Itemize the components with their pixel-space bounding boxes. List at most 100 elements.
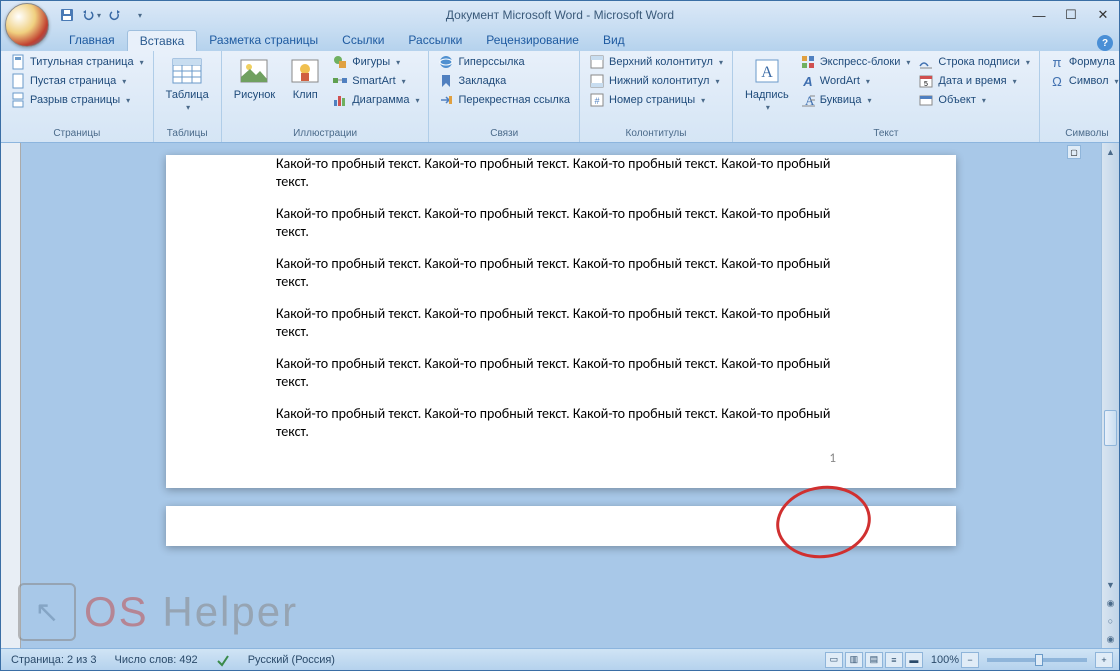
ribbon-нижний-колонтитул[interactable]: Нижний колонтитул▾ bbox=[586, 72, 726, 90]
vertical-scrollbar[interactable]: ▲ ▼ ◉ ○ ◉ bbox=[1101, 143, 1119, 648]
paragraph[interactable]: Какой-то пробный текст. Какой-то пробный… bbox=[276, 255, 846, 290]
ribbon-дата-и-время[interactable]: 5Дата и время▾ bbox=[915, 72, 1032, 90]
view-draft[interactable]: ▬ bbox=[905, 652, 923, 668]
document-page[interactable]: Какой-то пробный текст. Какой-то пробный… bbox=[166, 155, 956, 488]
textbox-button[interactable]: A Надпись▾ bbox=[739, 53, 795, 115]
ribbon-символ[interactable]: ΩСимвол▾ bbox=[1046, 72, 1120, 90]
group-symbols: πФормула▾ΩСимвол▾ Символы bbox=[1040, 51, 1120, 142]
гиперссылка-icon bbox=[438, 54, 454, 70]
paragraph[interactable]: Какой-то пробный текст. Какой-то пробный… bbox=[276, 305, 846, 340]
ribbon-объект[interactable]: Объект▾ bbox=[915, 91, 1032, 109]
view-outline[interactable]: ≡ bbox=[885, 652, 903, 668]
help-button[interactable]: ? bbox=[1097, 35, 1113, 51]
scroll-track[interactable] bbox=[1102, 161, 1119, 576]
tab-5[interactable]: Рецензирование bbox=[474, 30, 591, 51]
status-page[interactable]: Страница: 2 из 3 bbox=[7, 654, 101, 666]
view-web-layout[interactable]: ▤ bbox=[865, 652, 883, 668]
status-words[interactable]: Число слов: 492 bbox=[111, 654, 202, 666]
ribbon-пустая-страница[interactable]: Пустая страница▾ bbox=[7, 72, 147, 90]
ribbon-разрыв-страницы[interactable]: Разрыв страницы▾ bbox=[7, 91, 147, 109]
верхний-колонтитул-icon bbox=[589, 54, 605, 70]
minimize-button[interactable]: — bbox=[1023, 5, 1055, 25]
document-page-next[interactable] bbox=[166, 506, 956, 546]
paragraph[interactable]: Какой-то пробный текст. Какой-то пробный… bbox=[276, 355, 846, 390]
window-title: Документ Microsoft Word - Microsoft Word bbox=[446, 8, 674, 22]
ribbon-верхний-колонтитул[interactable]: Верхний колонтитул▾ bbox=[586, 53, 726, 71]
tab-3[interactable]: Ссылки bbox=[330, 30, 396, 51]
page-viewport[interactable]: ▢ Какой-то пробный текст. Какой-то пробн… bbox=[21, 143, 1101, 648]
group-text: A Надпись▾ Экспресс-блоки▾AWordArt▾AБукв… bbox=[733, 51, 1040, 142]
закладка-icon bbox=[438, 73, 454, 89]
tab-2[interactable]: Разметка страницы bbox=[197, 30, 330, 51]
redo-icon[interactable] bbox=[105, 5, 125, 25]
document-area: ▢ Какой-то пробный текст. Какой-то пробн… bbox=[1, 143, 1119, 648]
zoom-in-button[interactable]: + bbox=[1095, 652, 1113, 668]
scroll-down-icon[interactable]: ▼ bbox=[1102, 576, 1119, 594]
view-print-layout[interactable]: ▭ bbox=[825, 652, 843, 668]
ribbon-строка-подписи[interactable]: Строка подписи▾ bbox=[915, 53, 1032, 71]
svg-text:5: 5 bbox=[924, 81, 928, 88]
group-links: ГиперссылкаЗакладкаПерекрестная ссылка С… bbox=[429, 51, 580, 142]
table-button[interactable]: Таблица▾ bbox=[160, 53, 215, 115]
ribbon-экспресс-блоки[interactable]: Экспресс-блоки▾ bbox=[797, 53, 914, 71]
zoom-slider[interactable] bbox=[987, 658, 1087, 662]
перекрестная-ссылка-icon bbox=[438, 92, 454, 108]
picture-button[interactable]: Рисунок bbox=[228, 53, 282, 103]
ribbon-перекрестная-ссылка[interactable]: Перекрестная ссылка bbox=[435, 91, 573, 109]
ribbon-закладка[interactable]: Закладка bbox=[435, 72, 573, 90]
ribbon-диаграмма[interactable]: Диаграмма▾ bbox=[329, 91, 422, 109]
scroll-up-icon[interactable]: ▲ bbox=[1102, 143, 1119, 161]
close-button[interactable]: ✕ bbox=[1087, 5, 1119, 25]
ribbon-smartart[interactable]: SmartArt▾ bbox=[329, 72, 422, 90]
ribbon-титульная-страница[interactable]: Титульная страница▾ bbox=[7, 53, 147, 71]
tab-6[interactable]: Вид bbox=[591, 30, 637, 51]
qat-customize-icon[interactable]: ▾ bbox=[129, 5, 149, 25]
ribbon-буквица[interactable]: AБуквица▾ bbox=[797, 91, 914, 109]
undo-icon[interactable]: ▾ bbox=[81, 5, 101, 25]
буквица-icon: A bbox=[800, 92, 816, 108]
символ-icon: Ω bbox=[1049, 73, 1065, 89]
smartart-icon bbox=[332, 73, 348, 89]
browse-object-icon[interactable]: ○ bbox=[1102, 612, 1119, 630]
view-full-reading[interactable]: ▥ bbox=[845, 652, 863, 668]
ribbon-гиперссылка[interactable]: Гиперссылка bbox=[435, 53, 573, 71]
формула-icon: π bbox=[1049, 54, 1065, 70]
group-tables: Таблица▾ Таблицы bbox=[154, 51, 222, 142]
строка-подписи-icon bbox=[918, 54, 934, 70]
ribbon-номер-страницы[interactable]: #Номер страницы▾ bbox=[586, 91, 726, 109]
vertical-ruler bbox=[1, 143, 21, 648]
ribbon-фигуры[interactable]: Фигуры▾ bbox=[329, 53, 422, 71]
prev-page-icon[interactable]: ◉ bbox=[1102, 594, 1119, 612]
maximize-button[interactable]: ☐ bbox=[1055, 5, 1087, 25]
page-number-footer: 1 bbox=[829, 451, 836, 466]
tab-1[interactable]: Вставка bbox=[127, 30, 198, 51]
объект-icon bbox=[918, 92, 934, 108]
zoom-out-button[interactable]: − bbox=[961, 652, 979, 668]
paragraph[interactable]: Какой-то пробный текст. Какой-то пробный… bbox=[276, 155, 846, 190]
разрыв-страницы-icon bbox=[10, 92, 26, 108]
zoom-slider-thumb[interactable] bbox=[1035, 654, 1043, 666]
zoom-level[interactable]: 100% bbox=[931, 654, 959, 666]
tab-0[interactable]: Главная bbox=[57, 30, 127, 51]
paragraph[interactable]: Какой-то пробный текст. Какой-то пробный… bbox=[276, 205, 846, 240]
ruler-toggle[interactable]: ▢ bbox=[1067, 145, 1081, 159]
svg-text:#: # bbox=[594, 96, 599, 106]
svg-text:Ω: Ω bbox=[1052, 74, 1062, 89]
group-headerfooter: Верхний колонтитул▾Нижний колонтитул▾#Но… bbox=[580, 51, 733, 142]
ribbon-формула[interactable]: πФормула▾ bbox=[1046, 53, 1120, 71]
svg-text:π: π bbox=[1052, 55, 1061, 70]
диаграмма-icon bbox=[332, 92, 348, 108]
tab-4[interactable]: Рассылки bbox=[396, 30, 474, 51]
номер-страницы-icon: # bbox=[589, 92, 605, 108]
next-page-icon[interactable]: ◉ bbox=[1102, 630, 1119, 648]
ribbon-wordart[interactable]: AWordArt▾ bbox=[797, 72, 914, 90]
clipart-button[interactable]: Клип bbox=[283, 53, 327, 103]
status-language[interactable]: Русский (Россия) bbox=[244, 654, 339, 666]
scroll-thumb[interactable] bbox=[1104, 410, 1117, 446]
office-button[interactable] bbox=[5, 3, 49, 47]
svg-text:A: A bbox=[802, 74, 812, 89]
save-icon[interactable] bbox=[57, 5, 77, 25]
paragraph[interactable]: Какой-то пробный текст. Какой-то пробный… bbox=[276, 405, 846, 440]
status-proofing-icon[interactable] bbox=[212, 653, 234, 667]
титульная-страница-icon bbox=[10, 54, 26, 70]
